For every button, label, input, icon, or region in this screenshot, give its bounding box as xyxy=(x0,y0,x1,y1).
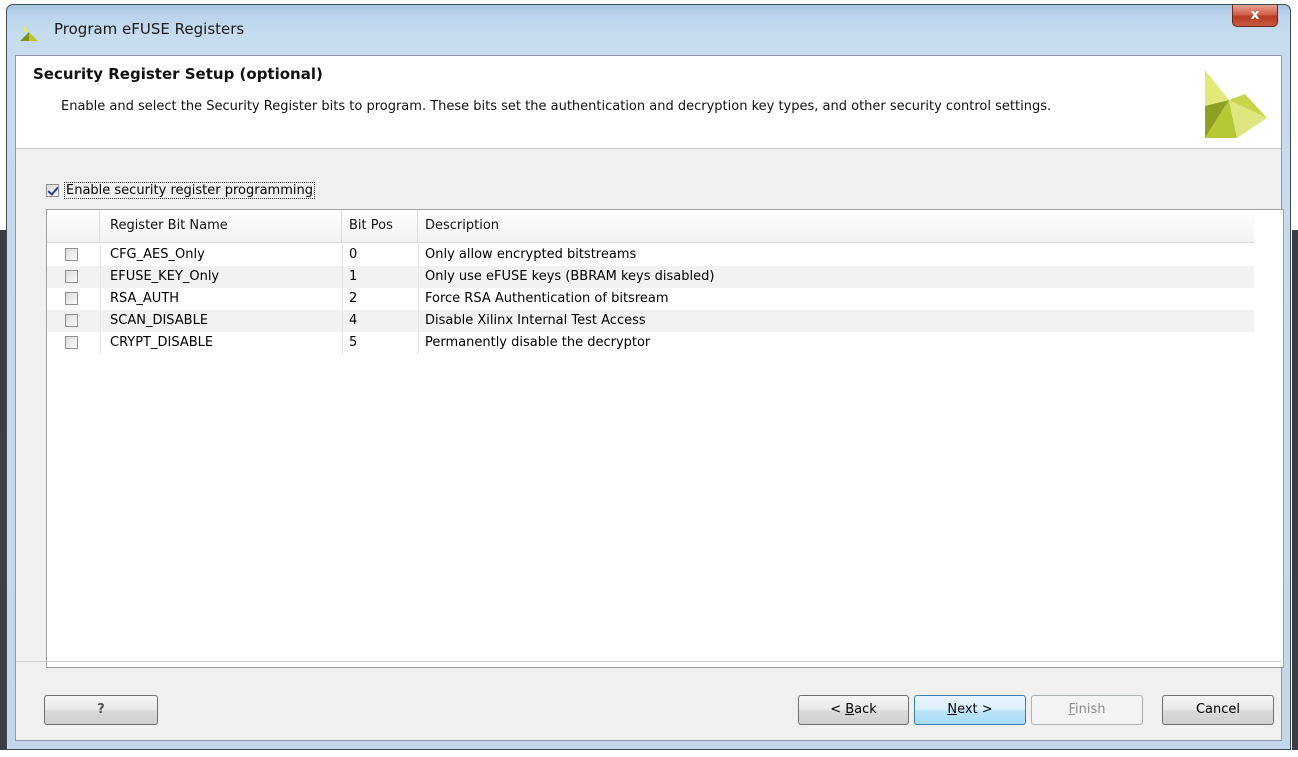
bit-description: Only use eFUSE keys (BBRAM keys disabled… xyxy=(425,269,715,284)
close-icon: x xyxy=(1250,7,1260,23)
column-divider xyxy=(342,244,343,354)
bit-position: 5 xyxy=(349,335,358,350)
bit-position: 4 xyxy=(349,313,358,328)
register-bit-name: SCAN_DISABLE xyxy=(110,313,209,328)
window-title: Program eFUSE Registers xyxy=(54,20,245,38)
bit-description: Permanently disable the decryptor xyxy=(425,335,651,350)
register-bit-name: CFG_AES_Only xyxy=(110,247,205,262)
register-bit-name: CRYPT_DISABLE xyxy=(110,335,214,350)
enable-security-row[interactable]: Enable security register programming xyxy=(46,180,315,200)
row-checkbox[interactable] xyxy=(65,336,78,349)
finish-button[interactable]: Finish xyxy=(1031,695,1143,725)
table-row[interactable]: CFG_AES_Only 0 Only allow encrypted bits… xyxy=(47,244,1254,266)
wizard-header: Security Register Setup (optional) Enabl… xyxy=(16,56,1281,149)
table-row[interactable]: SCAN_DISABLE 4 Disable Xilinx Internal T… xyxy=(47,310,1254,332)
row-checkbox[interactable] xyxy=(65,314,78,327)
register-bit-name: RSA_AUTH xyxy=(110,291,180,306)
back-button-mnemonic: B xyxy=(845,702,855,717)
wizard-button-bar: ? < Back Next > Finish Cancel xyxy=(16,661,1281,740)
next-button[interactable]: Next > xyxy=(914,695,1026,725)
help-button[interactable]: ? xyxy=(44,695,158,725)
dialog-window: Program eFUSE Registers x Security Regis… xyxy=(6,4,1291,750)
cancel-button[interactable]: Cancel xyxy=(1162,695,1274,725)
background-window-edge xyxy=(0,230,6,750)
register-bits-table: Register Bit Name Bit Pos Description CF… xyxy=(46,209,1284,668)
row-checkbox[interactable] xyxy=(65,270,78,283)
column-header-description[interactable]: Description xyxy=(418,210,1254,242)
page-title: Security Register Setup (optional) xyxy=(33,65,323,83)
xilinx-logo-icon xyxy=(20,25,38,41)
table-row[interactable]: RSA_AUTH 2 Force RSA Authentication of b… xyxy=(47,288,1254,310)
column-header-name[interactable]: Register Bit Name xyxy=(100,210,342,242)
row-checkbox[interactable] xyxy=(65,248,78,261)
close-button[interactable]: x xyxy=(1232,5,1278,27)
bit-position: 1 xyxy=(349,269,358,284)
table-row[interactable]: CRYPT_DISABLE 5 Permanently disable the … xyxy=(47,332,1254,354)
column-divider xyxy=(100,244,101,354)
next-button-mnemonic: N xyxy=(947,702,958,717)
bit-description: Only allow encrypted bitstreams xyxy=(425,247,637,262)
enable-security-checkbox[interactable] xyxy=(46,183,59,197)
title-bar[interactable]: Program eFUSE Registers x xyxy=(7,5,1290,55)
next-button-label: ext > xyxy=(957,702,993,717)
column-header-select[interactable] xyxy=(47,210,100,242)
bit-description: Disable Xilinx Internal Test Access xyxy=(425,313,646,328)
column-header-bit-pos[interactable]: Bit Pos xyxy=(342,210,418,242)
bit-position: 2 xyxy=(349,291,358,306)
table-header: Register Bit Name Bit Pos Description xyxy=(47,210,1254,243)
back-button[interactable]: < Back xyxy=(798,695,909,725)
enable-security-label[interactable]: Enable security register programming xyxy=(64,181,315,199)
xilinx-logo-icon xyxy=(1205,70,1267,138)
background-window-edge xyxy=(1292,230,1298,750)
finish-button-label: inish xyxy=(1075,702,1106,717)
bit-description: Force RSA Authentication of bitsream xyxy=(425,291,669,306)
register-bit-name: EFUSE_KEY_Only xyxy=(110,269,220,284)
dialog-client-area: Security Register Setup (optional) Enabl… xyxy=(15,55,1284,741)
back-button-prefix: < xyxy=(830,702,846,717)
table-body: CFG_AES_Only 0 Only allow encrypted bits… xyxy=(47,244,1254,354)
page-description: Enable and select the Security Register … xyxy=(61,99,1052,114)
back-button-label: ack xyxy=(854,702,877,717)
table-row[interactable]: EFUSE_KEY_Only 1 Only use eFUSE keys (BB… xyxy=(47,266,1254,288)
column-divider xyxy=(418,244,419,354)
bit-position: 0 xyxy=(349,247,358,262)
row-checkbox[interactable] xyxy=(65,292,78,305)
